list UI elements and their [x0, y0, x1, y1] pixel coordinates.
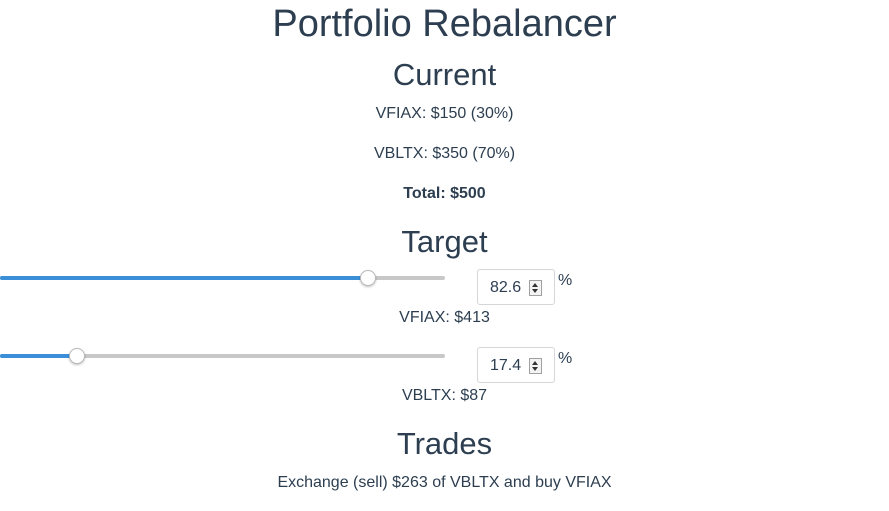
target-vbltx-amount: VBLTX: $87: [401, 387, 488, 404]
spinner-down-icon[interactable]: [532, 367, 538, 371]
percent-sign: %: [558, 350, 573, 367]
page-title: Portfolio Rebalancer: [272, 3, 617, 45]
vbltx-target-value: 17.4: [490, 357, 522, 374]
portfolio-rebalancer-app: Portfolio Rebalancer Current VFIAX: $150…: [0, 0, 889, 511]
vfiax-target-slider[interactable]: [0, 268, 445, 288]
target-vfiax-amount: VFIAX: $413: [399, 309, 490, 326]
trades-heading: Trades: [396, 426, 493, 461]
slider-fill: [0, 354, 77, 358]
trade-instruction: Exchange (sell) $263 of VBLTX and buy VF…: [277, 474, 612, 491]
target-heading: Target: [401, 224, 488, 259]
spinner-up-icon[interactable]: [532, 361, 538, 365]
vfiax-target-input[interactable]: 82.6: [477, 269, 555, 305]
slider-thumb[interactable]: [360, 270, 376, 286]
spinner-up-icon[interactable]: [532, 283, 538, 287]
spinner-down-icon[interactable]: [532, 289, 538, 293]
slider-fill: [0, 276, 368, 280]
vbltx-target-input[interactable]: 17.4: [477, 347, 555, 383]
vfiax-target-value: 82.6: [490, 279, 522, 296]
number-spinner[interactable]: [529, 358, 542, 374]
current-vfiax: VFIAX: $150 (30%): [375, 105, 514, 122]
current-vbltx: VBLTX: $350 (70%): [373, 145, 516, 162]
current-heading: Current: [392, 57, 497, 92]
number-spinner[interactable]: [529, 280, 542, 296]
percent-sign: %: [558, 272, 573, 289]
current-total: Total: $500: [403, 185, 486, 202]
vbltx-target-slider[interactable]: [0, 346, 445, 366]
slider-thumb[interactable]: [69, 348, 85, 364]
